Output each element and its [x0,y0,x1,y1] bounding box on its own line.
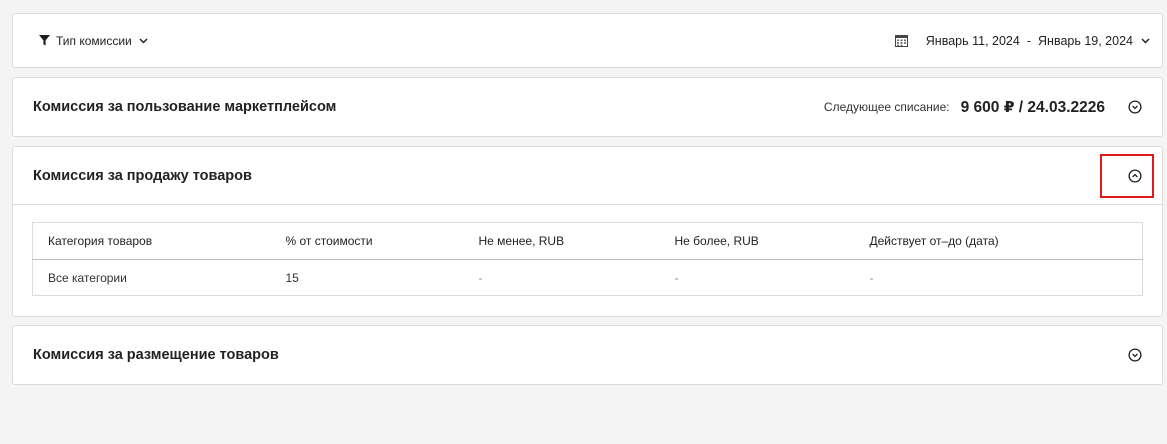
table-header-row: Категория товаров % от стоимости Не мене… [32,222,1143,260]
section-title: Комиссия за пользование маркетплейсом [33,99,337,115]
next-charge-value: 9 600 ₽ / 24.03.2226 [960,98,1105,116]
column-header: Не более, RUB [659,222,855,260]
sales-commission-header[interactable]: Комиссия за продажу товаров [13,147,1162,205]
marketplace-commission-section: Комиссия за пользование маркетплейсом Сл… [12,77,1163,137]
expand-button[interactable] [1127,347,1143,363]
section-title: Комиссия за продажу товаров [33,167,252,184]
calendar-icon [894,34,908,47]
sales-commission-section: Комиссия за продажу товаров Категория то… [12,146,1163,317]
column-header: % от стоимости [270,222,464,260]
commission-table: Категория товаров % от стоимости Не мене… [32,222,1143,296]
commission-type-label: Тип комиссии [56,33,132,48]
next-charge: Следующее списание: 9 600 ₽ / 24.03.2226 [824,78,1105,136]
chevron-down-icon [1141,37,1150,44]
date-separator: - [1026,33,1032,48]
placement-commission-section: Комиссия за размещение товаров [12,325,1163,385]
table-cell: Все категории [48,270,127,285]
table-row: Все категории 15 - - - [33,260,1143,296]
chevron-down-icon [139,37,148,44]
date-from: Январь 11, 2024 [925,33,1020,48]
column-header: Действует от–до (дата) [854,222,1143,260]
table-cell: - [478,270,483,285]
table-cell: 15 [285,270,299,285]
chevron-circle-down-icon [1128,348,1142,362]
commission-type-filter[interactable]: Тип комиссии [39,14,148,67]
filter-bar: Тип комиссии Январь 11, 2024 - Январь 19… [12,13,1163,68]
sales-commission-body: Категория товаров % от стоимости Не мене… [13,205,1162,296]
expand-button[interactable] [1127,99,1143,115]
section-title: Комиссия за размещение товаров [33,347,279,363]
chevron-circle-down-icon [1128,100,1142,114]
date-range-picker[interactable]: Январь 11, 2024 - Январь 19, 2024 [894,14,1150,67]
filter-icon [39,35,50,46]
highlight-box [1100,154,1154,198]
table-cell: - [674,270,679,285]
placement-commission-header[interactable]: Комиссия за размещение товаров [13,326,1162,384]
marketplace-commission-header[interactable]: Комиссия за пользование маркетплейсом Сл… [13,78,1162,136]
table-cell: - [869,270,874,285]
date-to: Январь 19, 2024 [1038,33,1133,48]
column-header: Категория товаров [32,222,271,260]
column-header: Не менее, RUB [463,222,660,260]
next-charge-label: Следующее списание: [823,100,950,114]
